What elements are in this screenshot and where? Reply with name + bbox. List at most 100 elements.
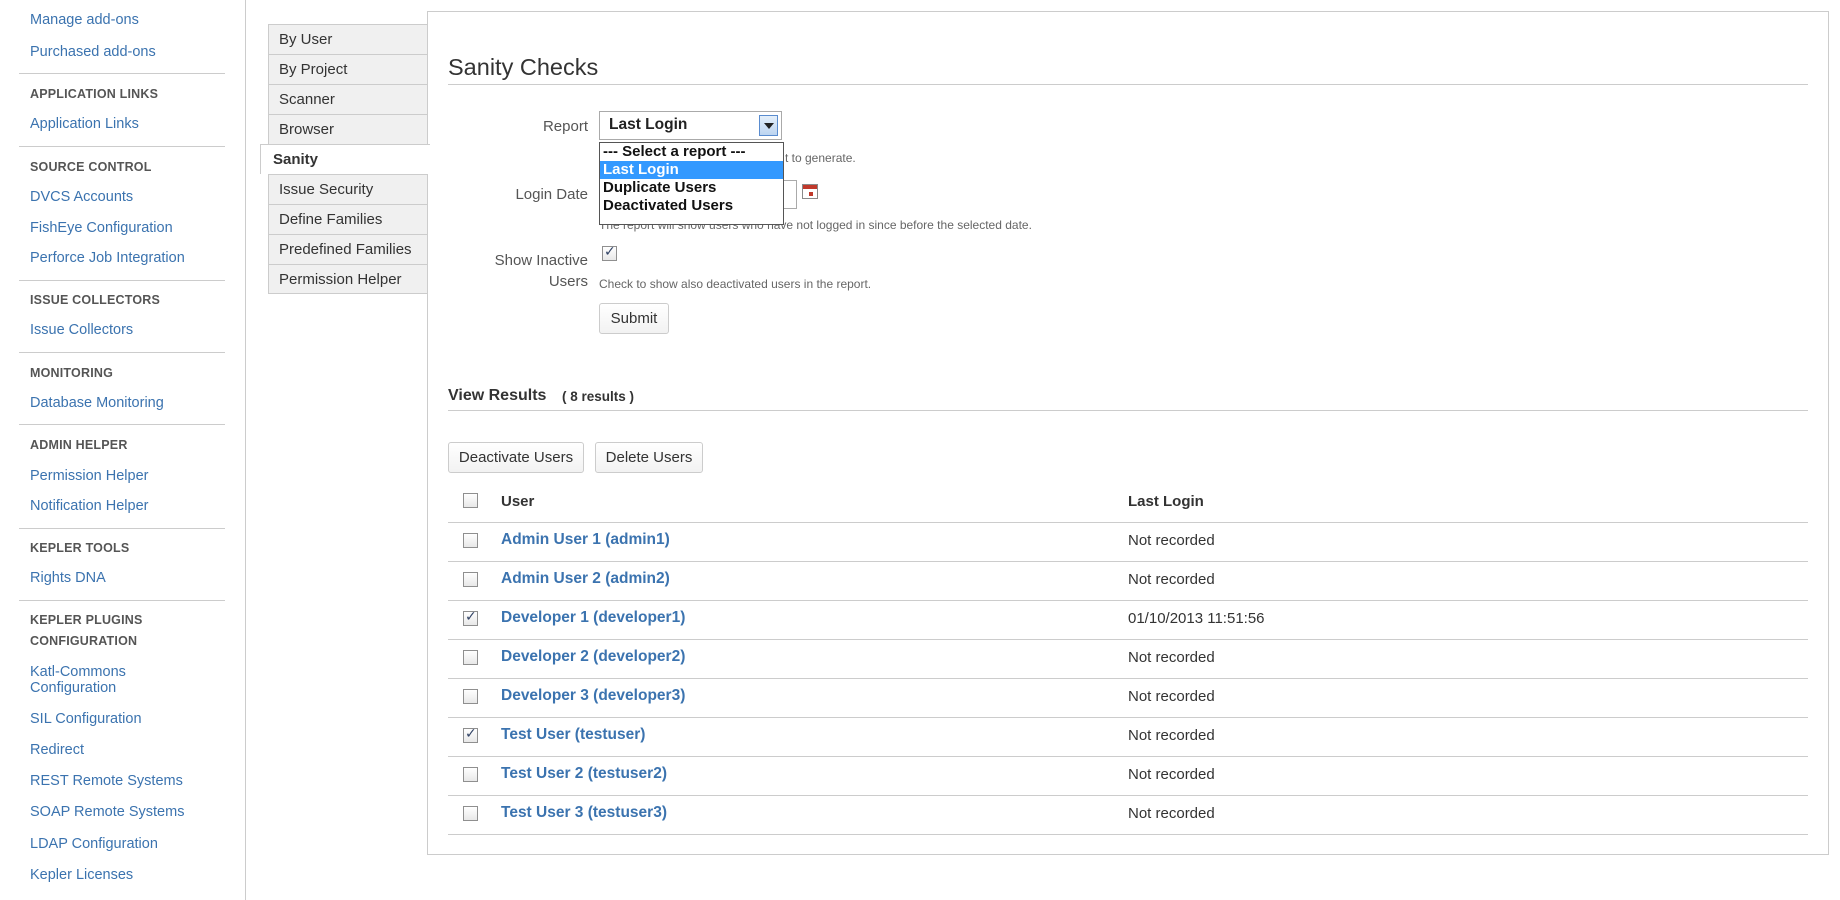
report-option-duplicate-users[interactable]: Duplicate Users: [600, 179, 783, 197]
sidebar-link-katl-commons[interactable]: Katl-Commons: [30, 664, 126, 681]
sidebar-heading-kepler-tools: KEPLER TOOLS: [30, 541, 130, 555]
user-link[interactable]: Developer 1 (developer1): [501, 609, 685, 627]
last-login-value: 01/10/2013 11:51:56: [1128, 610, 1265, 627]
sidebar-heading-admin-helper: ADMIN HELPER: [30, 438, 128, 452]
submit-button[interactable]: Submit: [599, 303, 669, 334]
sidebar-link-notification-helper[interactable]: Notification Helper: [30, 498, 148, 515]
column-header-user: User: [501, 493, 535, 510]
last-login-value: Not recorded: [1128, 805, 1215, 822]
user-link[interactable]: Admin User 1 (admin1): [501, 531, 670, 549]
report-option-select[interactable]: --- Select a report ---: [600, 143, 783, 161]
last-login-value: Not recorded: [1128, 727, 1215, 744]
sidebar-link-katl-commons-line2[interactable]: Configuration: [30, 680, 116, 697]
row-checkbox[interactable]: [463, 767, 478, 782]
sidebar-link-manage-addons[interactable]: Manage add-ons: [30, 12, 139, 29]
sidebar-divider: [19, 352, 225, 353]
sidebar-heading-issue-collectors: ISSUE COLLECTORS: [30, 293, 161, 307]
report-option-last-login[interactable]: Last Login: [600, 161, 783, 179]
results-title: View Results: [448, 387, 547, 404]
sidebar-link-kepler-licenses[interactable]: Kepler Licenses: [30, 867, 133, 884]
user-link[interactable]: Developer 2 (developer2): [501, 648, 685, 666]
row-rule: [448, 834, 1808, 835]
row-checkbox[interactable]: [463, 533, 478, 548]
user-link[interactable]: Test User 3 (testuser3): [501, 804, 667, 822]
sidebar-link-sil-configuration[interactable]: SIL Configuration: [30, 711, 142, 728]
sidebar-divider: [19, 600, 225, 601]
sidebar-link-database-monitoring[interactable]: Database Monitoring: [30, 395, 164, 412]
column-header-last-login: Last Login: [1128, 493, 1204, 510]
row-checkbox[interactable]: [463, 726, 478, 743]
tab-permission-helper[interactable]: Permission Helper: [268, 264, 428, 294]
report-description: t to generate.: [785, 151, 856, 165]
row-rule: [448, 756, 1808, 757]
sidebar-heading-configuration: CONFIGURATION: [30, 634, 138, 648]
last-login-value: Not recorded: [1128, 571, 1215, 588]
sidebar-link-dvcs-accounts[interactable]: DVCS Accounts: [30, 189, 133, 206]
user-link[interactable]: Developer 3 (developer3): [501, 687, 685, 705]
row-checkbox[interactable]: [463, 650, 478, 665]
sidebar-divider: [19, 146, 225, 147]
sidebar-link-ldap-configuration[interactable]: LDAP Configuration: [30, 836, 158, 853]
sidebar-link-permission-helper[interactable]: Permission Helper: [30, 468, 148, 485]
results-divider: [448, 410, 1808, 411]
sidebar-link-redirect[interactable]: Redirect: [30, 742, 84, 759]
report-dropdown-list: --- Select a report --- Last Login Dupli…: [599, 142, 784, 225]
last-login-value: Not recorded: [1128, 766, 1215, 783]
row-checkbox[interactable]: [463, 689, 478, 704]
sidebar-divider: [19, 424, 225, 425]
show-inactive-label-line2: Users: [548, 273, 588, 290]
tab-by-project[interactable]: By Project: [268, 54, 428, 84]
sidebar-link-soap-remote-systems[interactable]: SOAP Remote Systems: [30, 804, 184, 821]
admin-sidebar: Manage add-ons Purchased add-ons APPLICA…: [0, 0, 246, 900]
show-inactive-description: Check to show also deactivated users in …: [599, 277, 872, 291]
last-login-value: Not recorded: [1128, 532, 1215, 549]
tab-predefined-families[interactable]: Predefined Families: [268, 234, 428, 264]
report-option-deactivated-users[interactable]: Deactivated Users: [600, 197, 783, 215]
results-count: ( 8 results ): [562, 389, 635, 404]
sidebar-heading-source-control: SOURCE CONTROL: [30, 160, 152, 174]
row-rule: [448, 678, 1808, 679]
tab-scanner[interactable]: Scanner: [268, 84, 428, 114]
report-select-value: Last Login: [609, 116, 688, 133]
sidebar-link-fisheye-configuration[interactable]: FishEye Configuration: [30, 220, 173, 237]
login-date-label: Login Date: [515, 186, 588, 203]
sidebar-divider: [19, 280, 225, 281]
sidebar-heading-application-links: APPLICATION LINKS: [30, 87, 159, 101]
row-rule: [448, 717, 1808, 718]
report-select[interactable]: Last Login: [599, 111, 782, 140]
main-panel: Sanity Checks Report Last Login t to gen…: [427, 11, 1829, 855]
show-inactive-checkbox[interactable]: [602, 244, 617, 261]
sidebar-link-rest-remote-systems[interactable]: REST Remote Systems: [30, 773, 183, 790]
select-all-checkbox[interactable]: [463, 493, 478, 508]
sidebar-link-issue-collectors[interactable]: Issue Collectors: [30, 322, 133, 339]
row-rule: [448, 639, 1808, 640]
sidebar-link-rights-dna[interactable]: Rights DNA: [30, 570, 106, 587]
row-checkbox[interactable]: [463, 572, 478, 587]
row-checkbox[interactable]: [463, 609, 478, 626]
title-divider: [448, 84, 1808, 85]
page-title: Sanity Checks: [448, 54, 599, 80]
delete-users-button[interactable]: Delete Users: [595, 442, 703, 473]
user-link[interactable]: Test User (testuser): [501, 726, 645, 744]
row-rule: [448, 561, 1808, 562]
user-link[interactable]: Test User 2 (testuser2): [501, 765, 667, 783]
sidebar-link-purchased-addons[interactable]: Purchased add-ons: [30, 44, 156, 61]
show-inactive-label-line1: Show Inactive: [494, 252, 588, 269]
tab-browser[interactable]: Browser: [268, 114, 428, 144]
tab-sanity[interactable]: Sanity: [260, 144, 430, 174]
tab-define-families[interactable]: Define Families: [268, 204, 428, 234]
last-login-value: Not recorded: [1128, 688, 1215, 705]
row-rule: [448, 600, 1808, 601]
user-link[interactable]: Admin User 2 (admin2): [501, 570, 670, 588]
chevron-down-icon[interactable]: [759, 115, 778, 136]
sidebar-link-application-links[interactable]: Application Links: [30, 116, 139, 133]
tab-issue-security[interactable]: Issue Security: [268, 174, 428, 204]
report-label: Report: [542, 118, 588, 135]
calendar-icon[interactable]: [802, 184, 818, 199]
sidebar-divider: [19, 528, 225, 529]
deactivate-users-button[interactable]: Deactivate Users: [448, 442, 584, 473]
sidebar-link-perforce-job-integration[interactable]: Perforce Job Integration: [30, 250, 185, 267]
row-checkbox[interactable]: [463, 806, 478, 821]
tab-by-user[interactable]: By User: [268, 24, 428, 54]
last-login-value: Not recorded: [1128, 649, 1215, 666]
